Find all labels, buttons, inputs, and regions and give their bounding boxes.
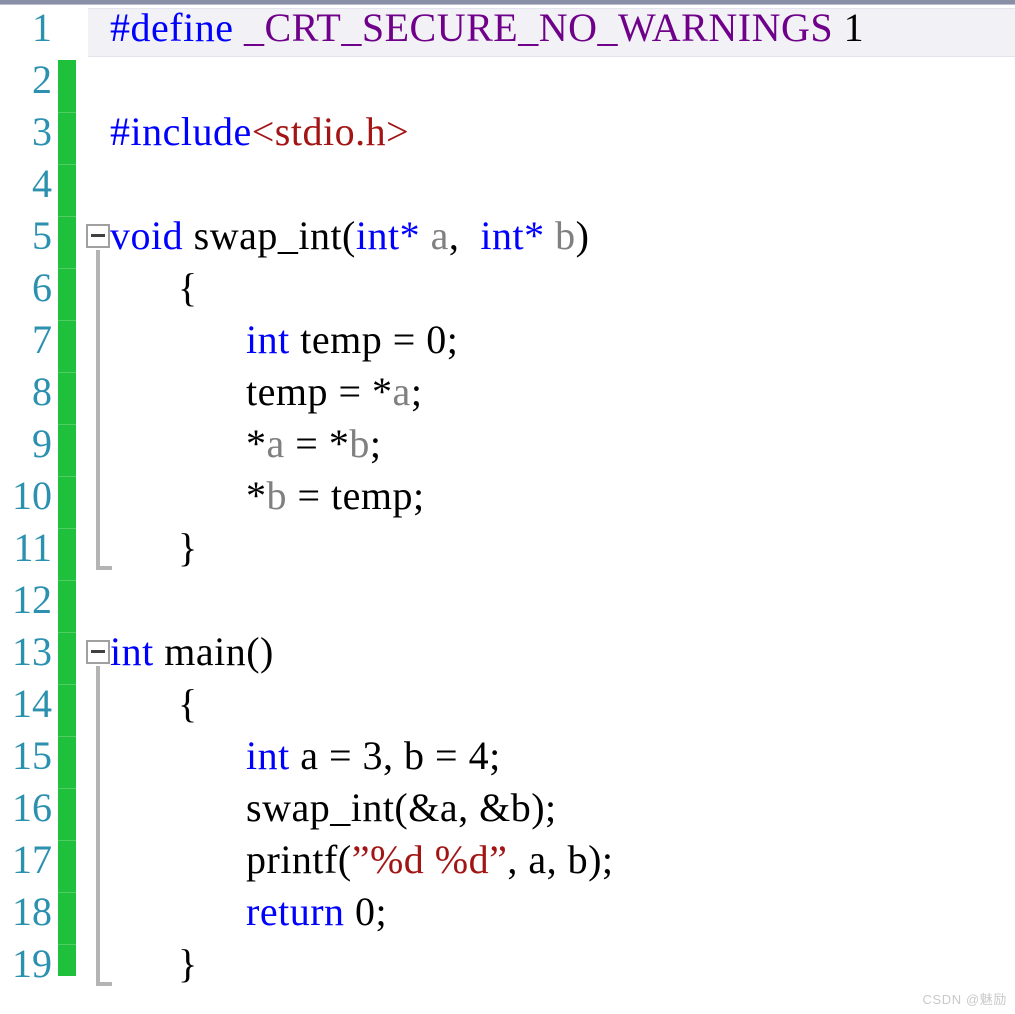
line-number-12[interactable]: 12 (0, 574, 52, 626)
code-token-plain: ) (575, 213, 590, 258)
code-line-13[interactable]: int main() (110, 626, 274, 678)
code-token-kw: void (110, 213, 184, 258)
line-number-7[interactable]: 7 (0, 314, 52, 366)
fold-guide-line-5 (96, 250, 100, 570)
code-token-param: b (555, 213, 576, 258)
code-token-kw: int (246, 317, 290, 362)
line-number-4[interactable]: 4 (0, 158, 52, 210)
code-line-17[interactable]: printf(”%d %d”, a, b); (246, 834, 614, 886)
fold-guide-foot-5 (96, 566, 112, 570)
code-token-param: a (430, 213, 449, 258)
code-token-plain: , a, b); (507, 837, 614, 882)
fold-guide-foot-13 (96, 982, 112, 986)
code-token-plain: } (178, 941, 198, 986)
code-token-pp: #include (110, 109, 252, 154)
code-token-param: b (349, 421, 370, 466)
code-token-plain: * (246, 473, 267, 518)
code-token-param: a (266, 421, 285, 466)
code-line-14[interactable]: { (178, 678, 198, 730)
code-token-plain: temp = * (246, 369, 393, 414)
line-number-2[interactable]: 2 (0, 54, 52, 106)
line-number-16[interactable]: 16 (0, 782, 52, 834)
code-token-plain: = * (284, 421, 350, 466)
line-number-1[interactable]: 1 (0, 2, 52, 54)
code-line-15[interactable]: int a = 3, b = 4; (246, 730, 501, 782)
code-token-plain: 1 (833, 5, 865, 50)
fold-toggle-icon-line-13[interactable] (86, 640, 110, 664)
code-token-pp: #define (110, 5, 234, 50)
line-number-6[interactable]: 6 (0, 262, 52, 314)
code-token-plain: { (178, 681, 198, 726)
code-token-plain: temp = 0; (289, 317, 459, 362)
code-token-kw: return (246, 889, 345, 934)
code-line-6[interactable]: { (178, 262, 198, 314)
code-editor-surface[interactable]: 1 2 3 4 5 6 7 8 9 10 11 12 13 14 15 16 17 18 19 #define _C… (0, 5, 1015, 1014)
code-line-7[interactable]: int temp = 0; (246, 314, 458, 366)
fold-toggle-icon-line-5[interactable] (86, 224, 110, 248)
code-line-10[interactable]: *b = temp; (246, 470, 425, 522)
code-token-plain: * (246, 421, 267, 466)
line-number-3[interactable]: 3 (0, 106, 52, 158)
csdn-watermark: CSDN @魅励 (922, 992, 1007, 1007)
line-number-9[interactable]: 9 (0, 418, 52, 470)
code-token-param: b (266, 473, 287, 518)
code-token-kw: int (110, 629, 154, 674)
code-token-kw: int* (355, 213, 421, 258)
code-line-11[interactable]: } (178, 522, 198, 574)
fold-guide-line-13 (96, 666, 100, 986)
code-token-plain: { (178, 265, 198, 310)
code-token-plain: a = 3, b = 4; (289, 733, 501, 778)
code-token-macro: _CRT_SECURE_NO_WARNINGS (243, 5, 834, 50)
code-token-plain: ; (410, 369, 423, 414)
code-line-19[interactable]: } (178, 938, 198, 990)
code-token-plain: = temp; (287, 473, 425, 518)
code-line-18[interactable]: return 0; (246, 886, 387, 938)
line-number-10[interactable]: 10 (0, 470, 52, 522)
code-token-plain: , (448, 213, 481, 258)
line-number-5[interactable]: 5 (0, 210, 52, 262)
code-token-plain: 0; (344, 889, 388, 934)
code-token-str: ”%d %d” (351, 837, 508, 882)
code-token-plain: ; (369, 421, 382, 466)
code-token-plain: swap_int(&a, &b); (246, 785, 557, 830)
code-line-16[interactable]: swap_int(&a, &b); (246, 782, 557, 834)
line-number-15[interactable]: 15 (0, 730, 52, 782)
code-token-plain: swap_int( (183, 213, 356, 258)
code-token-header: <stdio.h> (251, 109, 410, 154)
line-number-18[interactable]: 18 (0, 886, 52, 938)
code-token-kw: int (246, 733, 290, 778)
code-line-8[interactable]: temp = *a; (246, 366, 422, 418)
code-line-1[interactable]: #define _CRT_SECURE_NO_WARNINGS 1 (110, 2, 864, 54)
code-token-plain: } (178, 525, 198, 570)
code-token-plain: main() (153, 629, 274, 674)
line-number-14[interactable]: 14 (0, 678, 52, 730)
line-number-17[interactable]: 17 (0, 834, 52, 886)
line-number-11[interactable]: 11 (0, 522, 52, 574)
code-line-5[interactable]: void swap_int(int* a, int* b) (110, 210, 589, 262)
code-token-kw: int* (480, 213, 545, 258)
code-line-9[interactable]: *a = *b; (246, 418, 381, 470)
code-line-3[interactable]: #include<stdio.h> (110, 106, 409, 158)
code-token-plain: printf( (246, 837, 352, 882)
saved-changes-marker-bar (58, 60, 76, 976)
code-token-param: a (392, 369, 411, 414)
line-number-8[interactable]: 8 (0, 366, 52, 418)
line-number-13[interactable]: 13 (0, 626, 52, 678)
line-number-19[interactable]: 19 (0, 938, 52, 990)
